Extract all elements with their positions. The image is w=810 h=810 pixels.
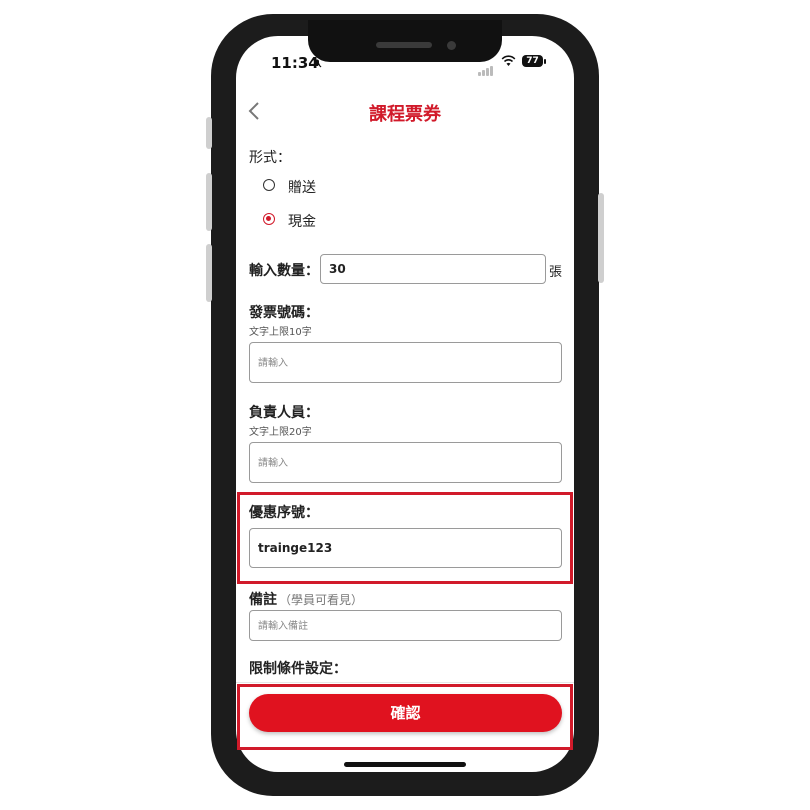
- battery-tip: [544, 59, 546, 64]
- quantity-label: 輸入數量：: [249, 263, 319, 279]
- quantity-input[interactable]: [320, 254, 546, 284]
- radio-cash-label[interactable]: 現金: [288, 211, 316, 231]
- restriction-label: 限制條件設定：: [249, 661, 347, 677]
- bell-muted-icon: [312, 58, 322, 68]
- speaker: [376, 42, 432, 48]
- chevron-left-icon[interactable]: [246, 100, 264, 122]
- radio-gift[interactable]: [263, 179, 275, 191]
- coupon-code-input[interactable]: [249, 528, 562, 568]
- notch: [308, 20, 502, 62]
- radio-cash[interactable]: [263, 213, 275, 225]
- home-indicator: [344, 762, 466, 767]
- battery-icon: 77: [522, 55, 543, 67]
- responsible-person-input[interactable]: [249, 442, 562, 483]
- quantity-unit: 張: [549, 265, 563, 280]
- front-camera: [447, 41, 456, 50]
- invoice-number-input[interactable]: [249, 342, 562, 383]
- wifi-icon: [501, 55, 516, 66]
- invoice-limit-hint: 文字上限10字: [249, 327, 312, 338]
- cellular-signal-icon: [478, 57, 494, 76]
- coupon-label: 優惠序號：: [249, 505, 319, 521]
- volume-up-button: [206, 173, 212, 231]
- volume-down-button: [206, 244, 212, 302]
- note-label: 備註: [249, 592, 277, 608]
- confirm-button[interactable]: 確認: [249, 694, 562, 732]
- person-label: 負責人員：: [249, 405, 319, 421]
- mute-switch: [206, 117, 212, 149]
- note-input[interactable]: [249, 610, 562, 641]
- type-label: 形式：: [249, 150, 291, 166]
- power-button: [598, 193, 604, 283]
- person-limit-hint: 文字上限20字: [249, 427, 312, 438]
- footer-divider: [236, 682, 574, 683]
- radio-gift-label[interactable]: 贈送: [288, 177, 316, 197]
- page-title: 課程票券: [369, 104, 441, 125]
- invoice-label: 發票號碼：: [249, 305, 319, 321]
- note-hint: （學員可看見）: [279, 593, 364, 607]
